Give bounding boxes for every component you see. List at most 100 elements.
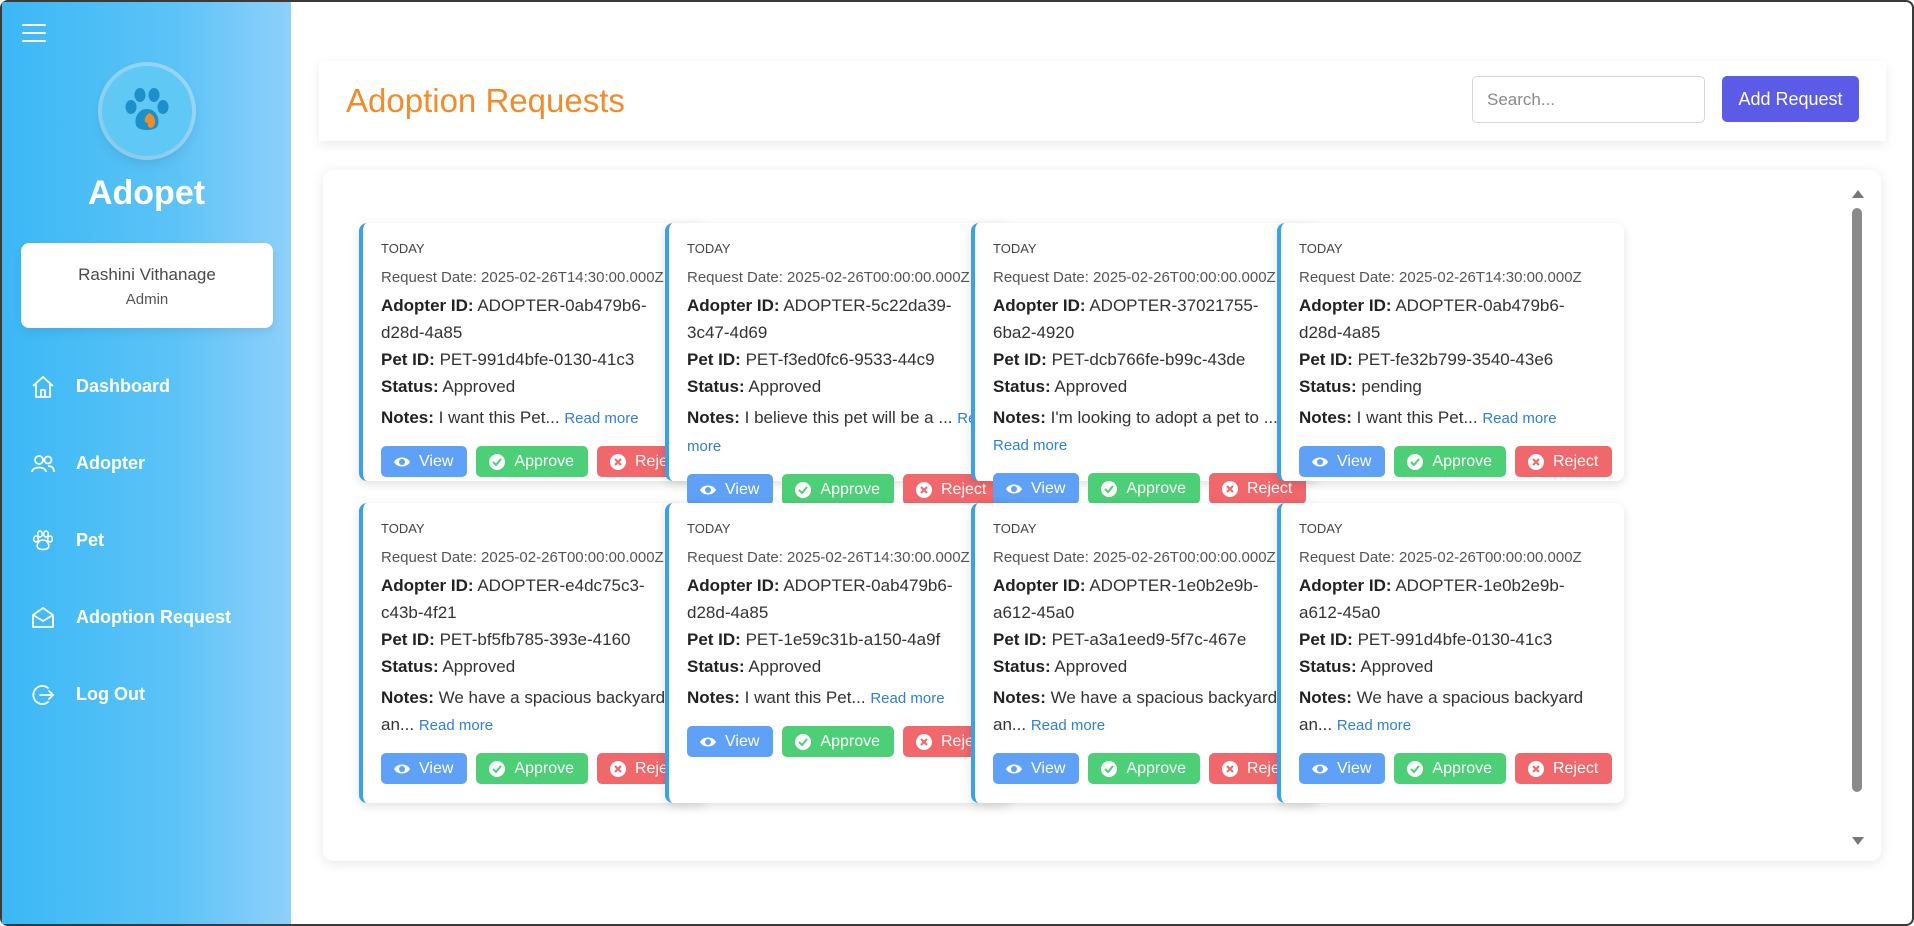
card-pet-id: Pet ID: PET-bf5fb785-393e-4160: [381, 630, 631, 649]
search-input[interactable]: [1472, 76, 1705, 123]
user-role: Admin: [125, 291, 169, 308]
read-more-link[interactable]: Read more: [870, 690, 944, 707]
card-notes: Notes: We have a spacious backyard an... …: [1299, 688, 1584, 734]
check-circle-icon: [488, 760, 506, 778]
user-name: Rashini Vithanage: [78, 265, 216, 284]
scroll-down-arrow-icon[interactable]: [1852, 837, 1864, 845]
user-card: Rashini Vithanage Admin: [21, 243, 273, 328]
page-title: Adoption Requests: [346, 82, 625, 119]
hamburger-menu-icon[interactable]: [22, 24, 46, 44]
request-card: TODAY Request Date: 2025-02-26T14:30:00.…: [665, 503, 1012, 803]
logo: [102, 66, 192, 156]
approve-button[interactable]: Approve: [1088, 753, 1200, 784]
card-pet-id: Pet ID: PET-991d4bfe-0130-41c3: [1299, 630, 1553, 649]
eye-icon: [393, 453, 411, 471]
request-card: TODAY Request Date: 2025-02-26T00:00:00.…: [971, 503, 1318, 803]
eye-icon: [1311, 453, 1329, 471]
view-button[interactable]: View: [1299, 446, 1386, 477]
card-day: TODAY: [381, 521, 425, 536]
card-actions: View Approve Reject: [1299, 446, 1613, 477]
approve-button[interactable]: Approve: [476, 753, 588, 784]
x-circle-icon: [1221, 480, 1239, 498]
eye-icon: [699, 481, 717, 499]
card-adopter-id: Adopter ID: ADOPTER-0ab479b6- d28d-4a85: [381, 296, 647, 342]
request-card: TODAY Request Date: 2025-02-26T00:00:00.…: [665, 223, 1012, 505]
card-status: Status: Approved: [993, 377, 1128, 396]
view-button[interactable]: View: [381, 446, 468, 477]
eye-icon: [393, 760, 411, 778]
card-day: TODAY: [993, 241, 1037, 256]
card-notes: Notes: We have a spacious backyard an... …: [993, 688, 1278, 734]
check-circle-icon: [794, 733, 812, 751]
card-adopter-id: Adopter ID: ADOPTER-5c22da39- 3c47-4d69: [687, 296, 952, 342]
read-more-link[interactable]: Read more: [564, 410, 638, 427]
page-header: Adoption Requests Add Request: [319, 61, 1886, 141]
scroll-up-arrow-icon[interactable]: [1852, 190, 1864, 198]
sidebar: Adopet Rashini Vithanage Admin Dashboard…: [2, 2, 291, 924]
card-adopter-id: Adopter ID: ADOPTER-1e0b2e9b-a612-45a0: [1299, 576, 1565, 622]
card-day: TODAY: [687, 521, 731, 536]
card-status: Status: Approved: [381, 657, 516, 676]
card-request-date: Request Date: 2025-02-26T14:30:00.000Z: [687, 549, 970, 566]
sidebar-item-pet[interactable]: Pet: [2, 502, 291, 579]
view-button[interactable]: View: [993, 753, 1080, 784]
card-pet-id: Pet ID: PET-dcb766fe-b99c-43de: [993, 350, 1246, 369]
card-day: TODAY: [993, 521, 1037, 536]
card-pet-id: Pet ID: PET-a3a1eed9-5f7c-467e: [993, 630, 1247, 649]
check-circle-icon: [488, 453, 506, 471]
users-icon: [30, 451, 56, 477]
sidebar-item-label: Adoption Request: [76, 607, 231, 627]
read-more-link[interactable]: Read more: [1337, 717, 1411, 734]
request-card: TODAY Request Date: 2025-02-26T00:00:00.…: [359, 503, 706, 803]
read-more-link[interactable]: Read more: [1482, 410, 1556, 427]
card-adopter-id: Adopter ID: ADOPTER-0ab479b6- d28d-4a85: [1299, 296, 1565, 342]
card-request-date: Request Date: 2025-02-26T14:30:00.000Z: [381, 269, 664, 286]
reject-button[interactable]: Reject: [1514, 446, 1613, 477]
card-day: TODAY: [1299, 241, 1343, 256]
approve-button[interactable]: Approve: [476, 446, 588, 477]
sidebar-item-adoption-request[interactable]: Adoption Request: [2, 579, 291, 656]
x-circle-icon: [1527, 760, 1545, 778]
check-circle-icon: [1100, 480, 1118, 498]
read-more-link[interactable]: Read more: [993, 437, 1067, 454]
sidebar-nav: Dashboard Adopter Pet Adoption Request L…: [2, 348, 291, 733]
card-status: Status: Approved: [1299, 657, 1434, 676]
brand-name: Adopet: [87, 174, 206, 212]
add-request-button[interactable]: Add Request: [1722, 76, 1859, 122]
sidebar-item-adopter[interactable]: Adopter: [2, 425, 291, 502]
view-button[interactable]: View: [687, 474, 774, 505]
card-actions: View Approve Reject: [381, 446, 695, 477]
read-more-link[interactable]: Read more: [1031, 717, 1105, 734]
eye-icon: [1005, 760, 1023, 778]
approve-button[interactable]: Approve: [782, 726, 894, 757]
approve-button[interactable]: Approve: [1394, 753, 1506, 784]
scrollbar[interactable]: [1851, 184, 1864, 849]
card-status: Status: Approved: [687, 377, 822, 396]
sidebar-item-logout[interactable]: Log Out: [2, 656, 291, 733]
sidebar-item-label: Pet: [76, 530, 105, 550]
approve-button[interactable]: Approve: [782, 474, 894, 505]
card-actions: View Approve Reject: [1299, 753, 1613, 784]
read-more-link[interactable]: Read more: [419, 717, 493, 734]
card-status: Status: pending: [1299, 377, 1422, 396]
requests-panel: TODAY Request Date: 2025-02-26T14:30:00.…: [323, 170, 1881, 861]
reject-button[interactable]: Reject: [1514, 753, 1613, 784]
paw-logo-icon: [125, 88, 169, 130]
view-button[interactable]: View: [993, 473, 1080, 504]
sidebar-item-label: Adopter: [76, 453, 145, 473]
view-button[interactable]: View: [381, 753, 468, 784]
card-adopter-id: Adopter ID: ADOPTER-1e0b2e9b-a612-45a0: [993, 576, 1259, 622]
request-card: TODAY Request Date: 2025-02-26T14:30:00.…: [1277, 223, 1624, 481]
approve-button[interactable]: Approve: [1088, 473, 1200, 504]
card-request-date: Request Date: 2025-02-26T00:00:00.000Z: [993, 269, 1276, 286]
card-notes: Notes: I want this Pet... Read more: [1299, 408, 1557, 427]
card-actions: View Approve Reject: [993, 473, 1307, 504]
approve-button[interactable]: Approve: [1394, 446, 1506, 477]
eye-icon: [1005, 480, 1023, 498]
view-button[interactable]: View: [1299, 753, 1386, 784]
sidebar-item-label: Dashboard: [76, 376, 171, 396]
scrollbar-thumb[interactable]: [1852, 208, 1862, 792]
view-button[interactable]: View: [687, 726, 774, 757]
card-actions: View Approve Reject: [687, 726, 1001, 757]
sidebar-item-dashboard[interactable]: Dashboard: [2, 348, 291, 425]
